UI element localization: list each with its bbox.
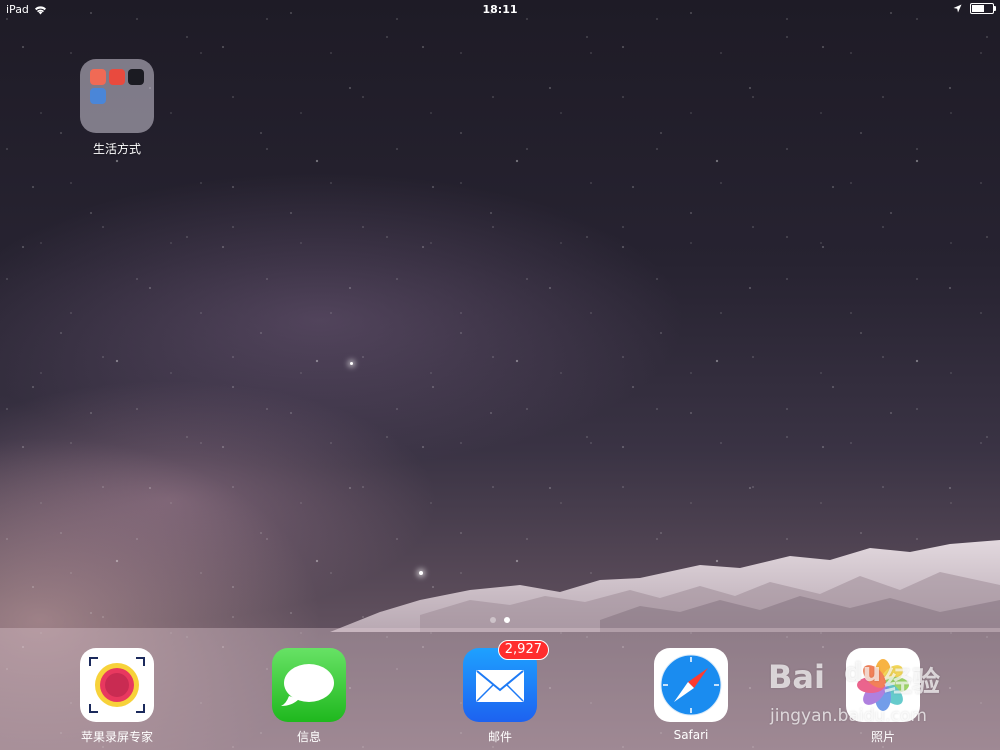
dock-app-label: 苹果录屏专家 bbox=[80, 730, 153, 744]
mini-app-icon bbox=[90, 88, 106, 104]
dock-app-label: 照片 bbox=[870, 730, 895, 744]
safari-compass-icon[interactable] bbox=[654, 648, 728, 722]
mini-app-icon bbox=[90, 69, 106, 85]
mini-app-icon bbox=[109, 69, 125, 85]
mini-app-icon bbox=[128, 69, 144, 85]
baidu-jingyan-watermark: Bai du 经验 jingyan.baidu.com bbox=[768, 656, 988, 730]
screen-recorder-icon[interactable] bbox=[80, 648, 154, 722]
mail-unread-badge: 2,927 bbox=[497, 640, 549, 660]
dock-app-label: Safari bbox=[673, 728, 709, 742]
mail-icon[interactable]: 2,927 bbox=[463, 640, 549, 722]
dock-app-safari[interactable]: Safari bbox=[646, 648, 736, 742]
folder-icon[interactable] bbox=[80, 59, 154, 133]
dock-app-mail[interactable]: 2,927 邮件 bbox=[455, 640, 549, 745]
page-dot-current[interactable] bbox=[504, 617, 510, 623]
dock-app-messages[interactable]: 信息 bbox=[264, 648, 354, 745]
status-bar: iPad 18:11 bbox=[0, 0, 1000, 20]
watermark-paw-mark: du bbox=[844, 658, 882, 688]
watermark-url: jingyan.baidu.com bbox=[770, 706, 927, 726]
page-indicator[interactable] bbox=[0, 617, 1000, 623]
page-dot[interactable] bbox=[490, 617, 496, 623]
dock-app-label: 邮件 bbox=[487, 730, 512, 744]
dock-app-label: 信息 bbox=[296, 730, 321, 744]
location-arrow-icon bbox=[953, 4, 962, 13]
battery-icon bbox=[970, 3, 996, 14]
watermark-brand: Bai bbox=[768, 658, 825, 696]
watermark-product: 经验 bbox=[884, 665, 941, 698]
status-time: 18:11 bbox=[482, 3, 518, 16]
dock-app-screen-recorder[interactable]: 苹果录屏专家 bbox=[72, 648, 162, 745]
folder-lifestyle[interactable]: 生活方式 bbox=[80, 59, 154, 157]
messages-icon[interactable] bbox=[272, 648, 346, 722]
folder-label: 生活方式 bbox=[92, 142, 141, 156]
